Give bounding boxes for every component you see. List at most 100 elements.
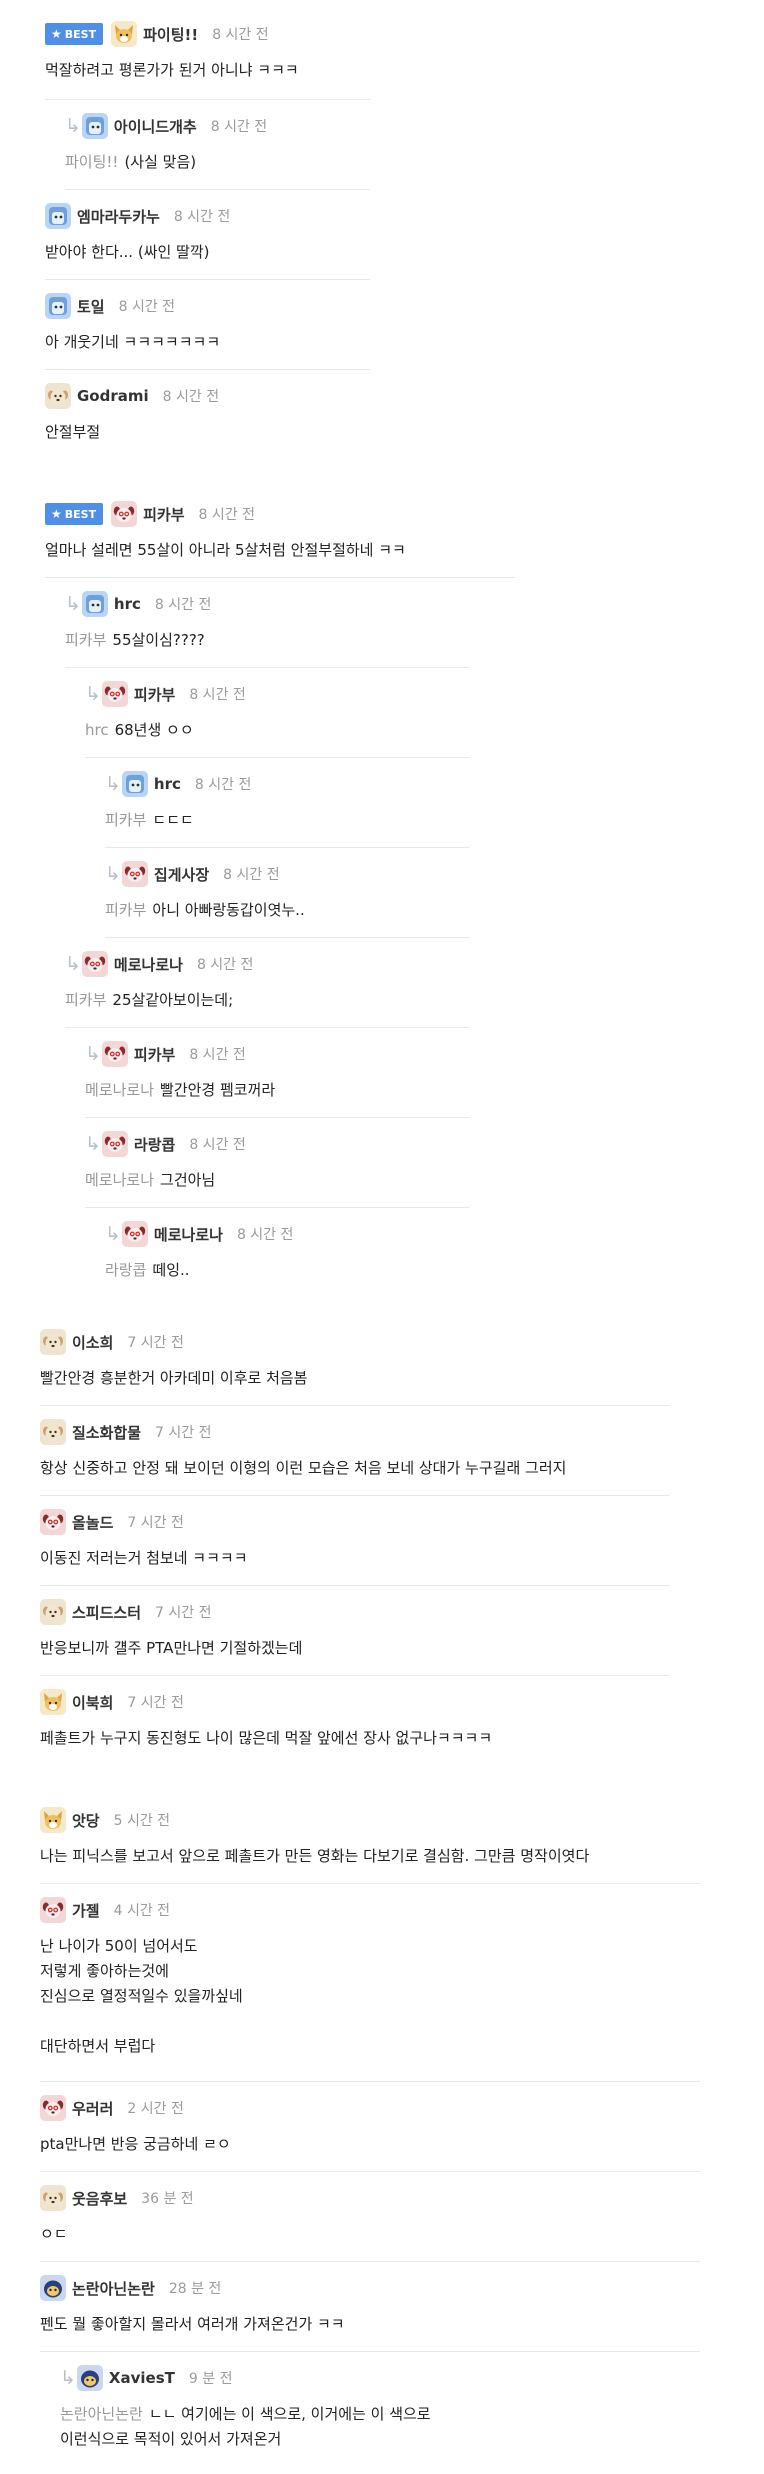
comment-item: 스피드스터 7 시간 전 반응보니까 걜주 PTA만나면 기절하겠는데 — [40, 1586, 670, 1676]
reply-item: ↳ 피카부 8 시간 전 hrc 68년생 ㅇㅇ — [85, 668, 470, 758]
comment-nickname[interactable]: 스피드스터 — [72, 1602, 141, 1623]
comment-time: 8 시간 전 — [223, 867, 280, 883]
comment-nickname[interactable]: 토일 — [77, 296, 105, 317]
comment-time: 2 시간 전 — [127, 2101, 184, 2117]
comment-nickname[interactable]: 피카부 — [134, 1044, 175, 1065]
comment-time: 8 시간 전 — [194, 777, 252, 793]
fox-icon[interactable] — [40, 1689, 66, 1715]
comment-nickname[interactable]: 이북희 — [72, 1692, 113, 1713]
navy-face-icon[interactable] — [76, 2365, 103, 2391]
blue-face-icon[interactable] — [121, 771, 148, 797]
comment-nickname[interactable]: 피카부 — [143, 504, 184, 525]
blue-face-icon[interactable] — [81, 113, 108, 139]
comment-text: 항상 신중하고 안정 돼 보이던 이형의 이런 모습은 처음 보네 상대가 누구… — [40, 1459, 567, 1477]
reply-mention: 피카부 — [105, 811, 147, 829]
comment-nickname[interactable]: 앗당 — [72, 1810, 100, 1831]
puppy-icon[interactable] — [45, 383, 71, 409]
comment-nickname[interactable]: 아이니드개추 — [114, 116, 197, 137]
comment-text: 빨간안경 펨코꺼라 — [160, 1081, 276, 1099]
comment-body: 나는 피닉스를 보고서 앞으로 페촐트가 만든 영화는 다보기로 결심함. 그만… — [40, 1844, 589, 1869]
comment-nickname[interactable]: 메로나로나 — [114, 954, 183, 975]
comment-nickname[interactable]: 질소화합물 — [72, 1422, 141, 1443]
comment-body: 파이팅!! (사실 맞음) — [65, 150, 196, 175]
comment-time: 7 시간 전 — [127, 1695, 184, 1711]
comment-nickname[interactable]: Godrami — [77, 387, 149, 405]
comment-text: 이동진 저러는거 첨보네 ㅋㅋㅋㅋ — [40, 1549, 248, 1567]
comment-nickname[interactable]: hrc — [114, 595, 141, 613]
comment-body: 난 나이가 50이 넘어서도 저렇게 좋아하는것에 진심으로 열정적일수 있을까… — [40, 1934, 243, 2059]
comment-text: 안절부절 — [45, 423, 101, 441]
puppy-icon[interactable] — [40, 1419, 66, 1445]
red-dog-icon[interactable] — [111, 501, 138, 527]
comment-time: 9 분 전 — [188, 2371, 233, 2387]
comment-text: pta만나면 반응 궁금하네 ㄹㅇ — [40, 2135, 231, 2153]
reply-arrow-icon: ↳ — [60, 2366, 76, 2389]
red-dog-icon[interactable] — [121, 1221, 148, 1247]
red-dog-icon[interactable] — [101, 1041, 128, 1067]
comment-nickname[interactable]: 피카부 — [134, 684, 175, 705]
reply-mention: 파이팅!! — [65, 153, 119, 171]
red-dog-icon[interactable] — [121, 861, 148, 887]
best-badge: ★ BEST — [45, 23, 104, 45]
comment-body: 얼마나 설레면 55살이 아니라 5살처럼 안절부절하네 ㅋㅋ — [45, 538, 406, 563]
comment-text: ㅇㄷ — [40, 2225, 68, 2243]
puppy-icon[interactable] — [40, 1599, 66, 1625]
red-dog-icon[interactable] — [101, 681, 128, 707]
reply-mention: 메로나로나 — [85, 1171, 155, 1189]
comment-nickname[interactable]: 웃음후보 — [72, 2188, 127, 2209]
comment-text: 받아야 한다... (싸인 딸깍) — [45, 243, 210, 261]
comment-nickname[interactable]: 올놀드 — [72, 1512, 113, 1533]
blue-face-icon[interactable] — [45, 293, 71, 319]
red-dog-icon[interactable] — [81, 951, 108, 977]
star-icon: ★ — [51, 507, 62, 521]
comment-time: 8 시간 전 — [189, 1137, 246, 1153]
comment-item: 질소화합물 7 시간 전 항상 신중하고 안정 돼 보이던 이형의 이런 모습은… — [40, 1406, 670, 1496]
comment-text: 빨간안경 흥분한거 아카데미 이후로 처음봄 — [40, 1369, 308, 1387]
comment-nickname[interactable]: 우러러 — [72, 2098, 113, 2119]
comment-nickname[interactable]: 가젤 — [72, 1900, 100, 1921]
comment-body: 피카부 ㄷㄷㄷ — [105, 808, 194, 833]
comment-item: 토일 8 시간 전 아 개웃기네 ㅋㅋㅋㅋㅋㅋㅋ — [45, 280, 370, 370]
comment-body: 페촐트가 누구지 동진형도 나이 많은데 먹잘 앞에선 장사 없구나ㅋㅋㅋㅋ — [40, 1726, 492, 1751]
comment-nickname[interactable]: 이소희 — [72, 1332, 113, 1353]
comment-item: 논란아닌논란 28 분 전 펜도 뭘 좋아할지 몰라서 여러개 가져온건가 ㅋㅋ — [40, 2262, 700, 2352]
comment-time: 8 시간 전 — [189, 687, 246, 703]
comment-nickname[interactable]: 라랑콥 — [134, 1134, 175, 1155]
reply-arrow-icon: ↳ — [85, 1132, 101, 1155]
comment-nickname[interactable]: 집게사장 — [154, 864, 209, 885]
comment-item: 가젤 4 시간 전 난 나이가 50이 넘어서도 저렇게 좋아하는것에 진심으로… — [40, 1884, 700, 2082]
comment-nickname[interactable]: 논란아닌논란 — [72, 2278, 155, 2299]
comment-nickname[interactable]: 엠마라두카누 — [77, 206, 160, 227]
fox-icon[interactable] — [40, 1807, 66, 1833]
red-dog-icon[interactable] — [40, 1897, 66, 1923]
comment-body: 아 개웃기네 ㅋㅋㅋㅋㅋㅋㅋ — [45, 330, 220, 355]
reply-mention: 피카부 — [65, 631, 107, 649]
comment-text: 얼마나 설레면 55살이 아니라 5살처럼 안절부절하네 ㅋㅋ — [45, 541, 406, 559]
comment-body: 항상 신중하고 안정 돼 보이던 이형의 이런 모습은 처음 보네 상대가 누구… — [40, 1456, 566, 1481]
red-dog-icon[interactable] — [101, 1131, 128, 1157]
puppy-icon[interactable] — [40, 2185, 66, 2211]
comment-time: 5 시간 전 — [113, 1813, 171, 1829]
blue-face-icon[interactable] — [81, 591, 108, 617]
navy-face-icon[interactable] — [40, 2275, 66, 2301]
comment-item: ★ BEST 피카부 8 시간 전 얼마나 설레면 55살이 아니라 5살처럼 안… — [45, 488, 515, 578]
reply-item: ↳ XaviesT 9 분 전 논란아닌논란 ㄴㄴ 여기에는 이 색으로, 이거에… — [60, 2352, 700, 2472]
comment-nickname[interactable]: 메로나로나 — [154, 1224, 223, 1245]
reply-mention: hrc — [85, 721, 109, 739]
comment-nickname[interactable]: hrc — [154, 775, 181, 793]
red-dog-icon[interactable] — [40, 1509, 66, 1535]
comment-nickname[interactable]: XaviesT — [109, 2369, 175, 2387]
reply-item: ↳ 메로나로나 8 시간 전 피카부 25살같아보이는데; — [65, 938, 470, 1028]
comment-text: 페촐트가 누구지 동진형도 나이 많은데 먹잘 앞에선 장사 없구나ㅋㅋㅋㅋ — [40, 1729, 493, 1747]
puppy-icon[interactable] — [40, 1329, 66, 1355]
red-dog-icon[interactable] — [40, 2095, 66, 2121]
comment-item: Godrami 8 시간 전 안절부절 — [45, 370, 370, 460]
blue-face-icon[interactable] — [45, 203, 71, 229]
comment-nickname[interactable]: 파이팅!! — [143, 24, 198, 45]
comment-time: 7 시간 전 — [127, 1515, 184, 1531]
comment-text: 55살이심???? — [112, 631, 205, 649]
comment-time: 7 시간 전 — [127, 1335, 184, 1351]
fox-icon[interactable] — [111, 21, 138, 47]
reply-arrow-icon: ↳ — [65, 114, 81, 137]
comment-time: 8 시간 전 — [162, 389, 220, 405]
